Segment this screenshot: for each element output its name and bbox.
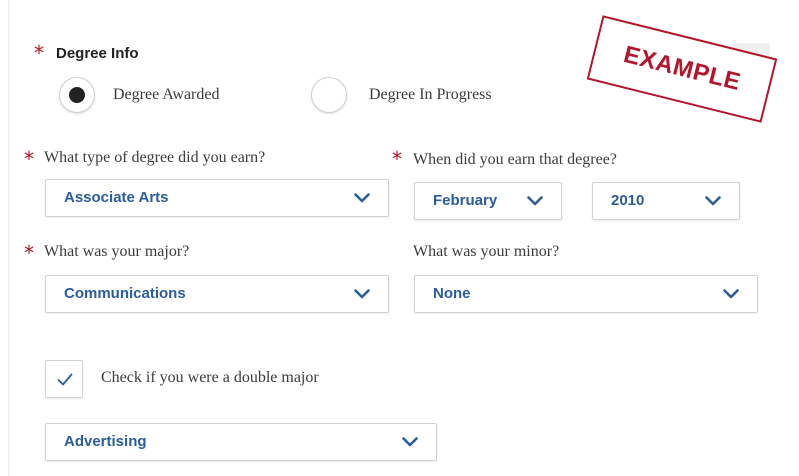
chevron-down-icon [723,289,739,299]
degree-type-label: What type of degree did you earn? [44,149,266,166]
earned-month-value: February [433,192,498,209]
chevron-down-icon [705,196,721,206]
radio-degree-awarded[interactable] [59,77,95,113]
degree-type-required-mark: * [24,147,34,171]
minor-value: None [433,285,471,302]
radio-degree-awarded-label[interactable]: Degree Awarded [113,85,219,105]
chevron-down-icon [402,437,418,447]
second-major-select[interactable]: Advertising [45,423,437,461]
radio-selected-dot [69,87,85,103]
second-major-value: Advertising [64,433,147,450]
double-major-checkbox[interactable] [45,360,83,398]
radio-degree-in-progress-label[interactable]: Degree In Progress [369,85,492,105]
major-required-mark: * [24,241,34,265]
earned-year-value: 2010 [611,192,645,209]
minor-label: What was your minor? [413,243,560,260]
double-major-label[interactable]: Check if you were a double major [101,368,319,388]
chevron-down-icon [354,193,370,203]
earned-date-label: When did you earn that degree? [413,151,617,168]
major-select[interactable]: Communications [45,275,389,313]
earned-date-required-mark: * [392,147,402,171]
earned-year-select[interactable]: 2010 [592,182,740,220]
left-edge-divider [8,0,9,476]
minor-select[interactable]: None [414,275,758,313]
major-label: What was your major? [44,243,190,260]
degree-info-required-mark: * [34,41,44,65]
earned-month-select[interactable]: February [414,182,562,220]
chevron-down-icon [354,289,370,299]
degree-info-label: Degree Info [56,45,139,62]
example-stamp: EXAMPLE [586,15,778,123]
radio-degree-in-progress[interactable] [311,77,347,113]
major-value: Communications [64,285,186,302]
degree-type-select[interactable]: Associate Arts [45,179,389,217]
degree-type-value: Associate Arts [64,189,169,206]
chevron-down-icon [527,196,543,206]
checkmark-icon [57,373,73,386]
